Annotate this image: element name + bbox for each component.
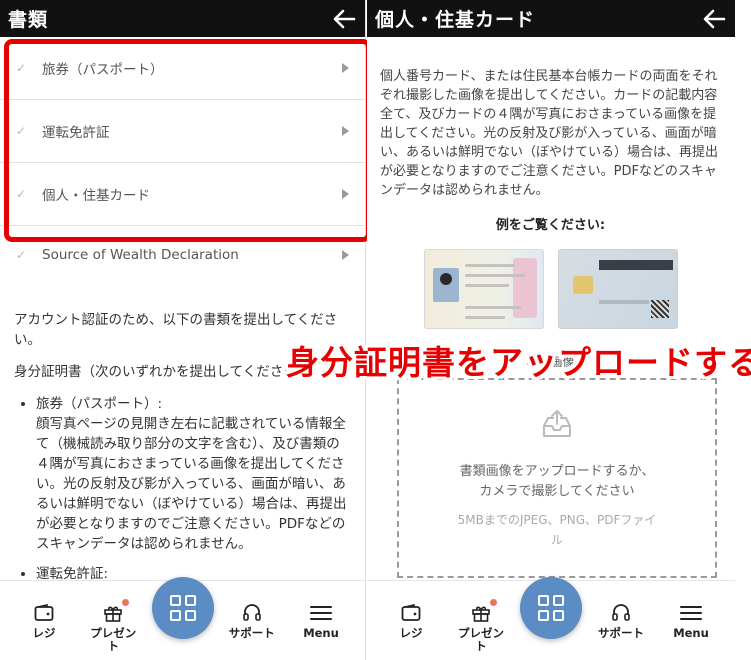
- check-icon: ✓: [16, 61, 27, 75]
- grid-icon: [538, 595, 564, 621]
- card-back-sample-image: [557, 249, 678, 329]
- nav-present-label: プレゼント: [90, 626, 137, 653]
- documents-panel: 書類 ✓ 旅券（パスポート） ✓ 運転免許証 ✓ 個人・住基カード ✓ Sour…: [0, 0, 366, 660]
- example-title: 例をご覧ください:: [495, 218, 606, 233]
- nav-present[interactable]: プレゼント: [453, 599, 509, 653]
- chevron-right-icon: [342, 126, 349, 136]
- card-front-sample-image: [423, 249, 544, 329]
- headset-icon: [242, 603, 262, 623]
- bottom-nav: レジ プレゼント サポート Menu: [0, 577, 365, 660]
- check-icon: ✓: [16, 124, 27, 138]
- check-icon: ✓: [16, 187, 27, 201]
- upload-tray-icon: [540, 408, 574, 442]
- bottom-nav: レジ プレゼント サポート Menu: [367, 577, 735, 660]
- nav-present[interactable]: プレゼント: [85, 599, 141, 653]
- page-title: 個人・住基カード: [375, 9, 536, 31]
- nav-menu[interactable]: Menu: [293, 603, 349, 640]
- nav-menu-label: Menu: [303, 626, 339, 640]
- nav-register-label: レジ: [32, 626, 56, 640]
- nav-register[interactable]: レジ: [383, 603, 439, 640]
- my-number-card-panel: 個人・住基カード 個人番号カード、または住民基本台帳カードの両面をそれぞれ撮影し…: [367, 0, 735, 660]
- doc-item-label: 旅券（パスポート）: [42, 62, 164, 78]
- nav-support-label: サポート: [598, 626, 644, 640]
- list-item: 旅券（パスポート）: 顔写真ページの見開き左右に記載されている情報全て（機械読み…: [36, 394, 351, 554]
- doc-item-source-of-wealth[interactable]: ✓ Source of Wealth Declaration: [0, 226, 365, 284]
- upload-dropzone[interactable]: 書類画像をアップロードするか、カメラで撮影してください 5MBまでのJPEG、P…: [397, 378, 717, 578]
- doc-item-drivers-license[interactable]: ✓ 運転免許証: [0, 100, 365, 163]
- grid-icon: [169, 595, 196, 621]
- headset-icon: [611, 603, 631, 623]
- upload-file-limit: 5MBまでのJPEG、PNG、PDFファイル: [457, 513, 657, 547]
- chevron-right-icon: [342, 63, 349, 73]
- nav-menu[interactable]: Menu: [663, 603, 719, 640]
- upload-id-banner: 身分証明書をアップロードする: [286, 343, 751, 382]
- card-instructions: 個人番号カード、または住民基本台帳カードの両面をそれぞれ撮影した画像を提出してく…: [367, 37, 735, 372]
- check-icon: ✓: [16, 248, 27, 262]
- sample-images: [380, 249, 721, 329]
- doc-item-passport[interactable]: ✓ 旅券（パスポート）: [0, 37, 365, 100]
- chevron-right-icon: [342, 189, 349, 199]
- back-arrow-icon[interactable]: [701, 8, 727, 30]
- wallet-icon: [34, 603, 54, 623]
- documents-header: 書類: [0, 0, 365, 37]
- background-gap: [735, 0, 751, 660]
- list-item-desc: 顔写真ページの見開き左右に記載されている情報全て（機械読み取り部分の文字を含む）…: [36, 416, 347, 552]
- nav-support[interactable]: サポート: [224, 603, 280, 640]
- nav-register[interactable]: レジ: [16, 603, 72, 640]
- doc-item-my-number-card[interactable]: ✓ 個人・住基カード: [0, 163, 365, 226]
- doc-item-label: 個人・住基カード: [42, 188, 150, 204]
- home-grid-button[interactable]: [151, 577, 214, 639]
- nav-support-label: サポート: [228, 626, 275, 640]
- gift-icon: [103, 603, 123, 623]
- id-document-list: 旅券（パスポート）: 顔写真ページの見開き左右に記載されている情報全て（機械読み…: [14, 394, 351, 584]
- doc-item-label: 運転免許証: [42, 125, 110, 141]
- card-header: 個人・住基カード: [367, 0, 735, 37]
- nav-support[interactable]: サポート: [593, 603, 649, 640]
- page-title: 書類: [8, 9, 49, 31]
- upload-instruction: 書類画像をアップロードするか、カメラで撮影してください: [459, 464, 655, 499]
- card-description: 個人番号カード、または住民基本台帳カードの両面をそれぞれ撮影した画像を提出してく…: [380, 69, 719, 198]
- notification-badge: [122, 599, 130, 606]
- notification-badge: [490, 599, 497, 606]
- chevron-right-icon: [342, 250, 349, 260]
- doc-item-label: Source of Wealth Declaration: [42, 247, 239, 263]
- gift-icon: [471, 603, 491, 623]
- nav-register-label: レジ: [399, 626, 423, 640]
- nav-present-label: プレゼント: [458, 626, 504, 653]
- document-list: ✓ 旅券（パスポート） ✓ 運転免許証 ✓ 個人・住基カード ✓ Source …: [0, 37, 365, 284]
- back-arrow-icon[interactable]: [331, 8, 357, 30]
- hamburger-icon: [680, 603, 702, 623]
- home-grid-button[interactable]: [520, 577, 582, 639]
- list-item-title: 旅券（パスポート）:: [36, 396, 163, 412]
- wallet-icon: [401, 603, 421, 623]
- hamburger-icon: [310, 603, 332, 623]
- nav-menu-label: Menu: [673, 626, 709, 640]
